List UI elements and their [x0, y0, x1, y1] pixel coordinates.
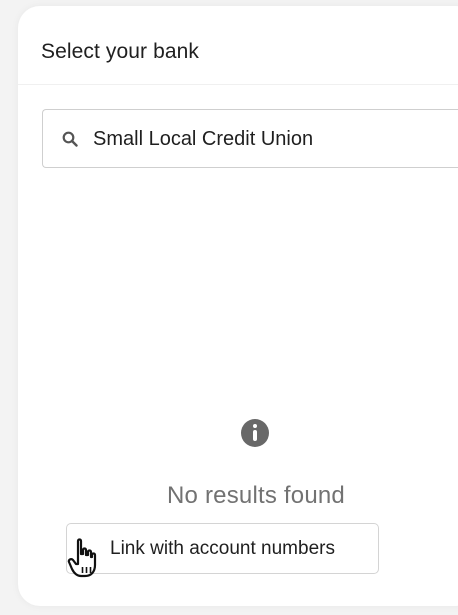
header: Select your bank [18, 6, 458, 85]
no-results-message: No results found [167, 482, 345, 509]
page-title: Select your bank [41, 40, 200, 63]
search-box[interactable] [42, 109, 458, 168]
info-icon [241, 419, 269, 447]
search-input[interactable] [93, 126, 453, 152]
bank-selector-card: Select your bank No results found Link w… [18, 6, 458, 606]
search-icon [62, 131, 78, 147]
link-with-account-numbers-button[interactable]: Link with account numbers [66, 523, 379, 574]
